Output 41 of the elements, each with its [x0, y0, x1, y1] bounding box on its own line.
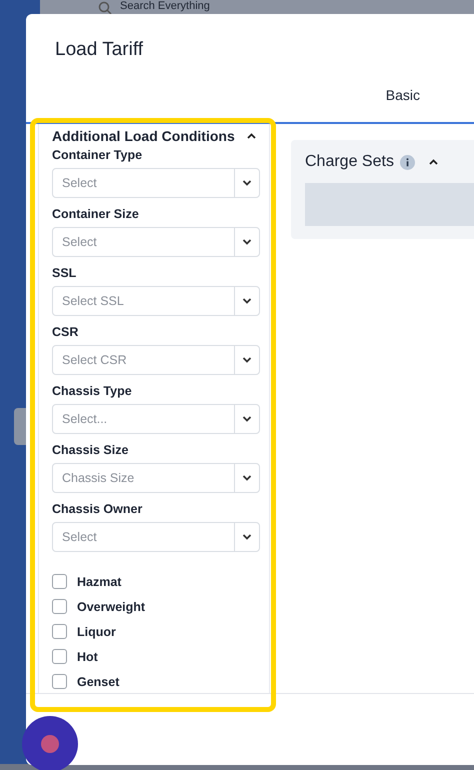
chevron-down-icon	[242, 357, 252, 363]
checkbox-label: Liquor	[77, 624, 116, 638]
checkbox-label: Overweight	[77, 600, 146, 614]
select-field[interactable]: Select CSR	[52, 345, 260, 375]
checkbox[interactable]	[52, 624, 67, 639]
select-field[interactable]: Select	[52, 168, 260, 198]
checkbox[interactable]	[52, 574, 67, 589]
field-label: Chassis Type	[52, 383, 133, 400]
select-field[interactable]: Select	[52, 522, 260, 552]
modal-title: Load Tariff	[54, 38, 144, 62]
checkbox[interactable]	[52, 674, 67, 689]
search-field[interactable]: Search Everything	[120, 0, 210, 13]
chevron-down-icon	[242, 416, 252, 422]
caret-icon[interactable]	[246, 133, 256, 139]
chevron-down-icon	[242, 534, 252, 540]
select-field[interactable]: Select SSL	[52, 286, 260, 316]
chevron-down-icon	[242, 180, 252, 186]
chevron-down-icon	[242, 239, 252, 245]
checkbox[interactable]	[52, 599, 67, 614]
field-label: Container Size	[52, 206, 140, 223]
select-field[interactable]: Chassis Size	[52, 463, 260, 493]
chevron-down-icon	[242, 475, 252, 481]
section-title: Charge Sets	[305, 153, 394, 171]
caret-icon[interactable]	[428, 159, 438, 165]
checkbox-label: Hot	[77, 650, 98, 664]
checkbox-label: Hazmat	[77, 574, 122, 588]
select-field[interactable]: Select	[52, 227, 260, 257]
tab[interactable]: Basic	[362, 74, 444, 116]
field-label: SSL	[52, 265, 78, 282]
select-field[interactable]: Select...	[52, 404, 260, 434]
search-icon	[98, 1, 112, 15]
field-label: Chassis Size	[52, 442, 130, 459]
field-label: Chassis Owner	[52, 501, 144, 518]
checkbox[interactable]	[52, 649, 67, 664]
checkbox-label: Genset	[77, 674, 120, 688]
dot-icon	[41, 735, 59, 753]
field-label: CSR	[52, 324, 80, 341]
field-label: Container Type	[52, 147, 144, 164]
chevron-down-icon	[242, 298, 252, 304]
info-icon[interactable]	[400, 154, 415, 170]
section-title: Additional Load Conditions	[52, 128, 235, 144]
